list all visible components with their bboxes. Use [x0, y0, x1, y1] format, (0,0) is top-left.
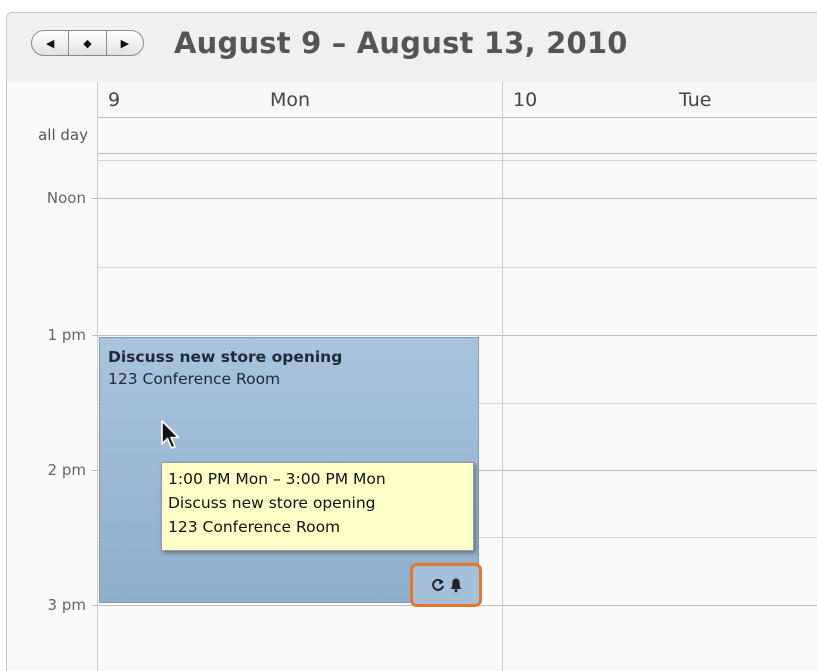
event-location: 123 Conference Room	[108, 370, 281, 388]
event-status-icons	[410, 563, 482, 607]
day-number: 9	[108, 89, 121, 111]
day-number: 10	[513, 89, 538, 111]
previous-week-button[interactable]: ◀	[32, 31, 68, 55]
time-label-1pm: 1 pm	[47, 326, 86, 344]
time-label-noon: Noon	[46, 189, 86, 207]
mouse-pointer-icon	[160, 419, 184, 457]
time-label-2pm: 2 pm	[47, 461, 86, 479]
date-range-title: August 9 – August 13, 2010	[174, 26, 628, 60]
event-title: Discuss new store opening	[108, 348, 343, 366]
half-hour-line	[98, 267, 817, 268]
tooltip-title: Discuss new store opening	[168, 494, 376, 512]
today-button[interactable]: ◆	[68, 31, 105, 55]
all-day-divider	[98, 160, 817, 161]
calendar-window: ◀ ◆ ▶ August 9 – August 13, 2010 9 Mon 1…	[0, 0, 817, 671]
event-tooltip: 1:00 PM Mon – 3:00 PM Mon Discuss new st…	[161, 462, 474, 551]
date-navigation-control[interactable]: ◀ ◆ ▶	[31, 30, 144, 56]
time-label-3pm: 3 pm	[47, 596, 86, 614]
hour-line-1pm	[92, 335, 817, 336]
next-week-button[interactable]: ▶	[105, 31, 143, 55]
hour-line-noon	[92, 198, 817, 199]
tooltip-time: 1:00 PM Mon – 3:00 PM Mon	[168, 470, 386, 488]
repeat-icon	[430, 577, 446, 593]
day-column-divider	[502, 82, 503, 671]
day-header-tue[interactable]: 10 Tue	[503, 82, 817, 118]
day-header-mon[interactable]: 9 Mon	[98, 82, 502, 118]
all-day-label: all day	[38, 126, 88, 144]
day-name: Tue	[679, 89, 712, 111]
day-name: Mon	[270, 89, 311, 111]
time-gutter-divider	[97, 82, 98, 671]
all-day-divider	[98, 153, 817, 154]
tooltip-location: 123 Conference Room	[168, 518, 341, 536]
alarm-bell-icon	[449, 577, 463, 593]
header-divider	[98, 117, 817, 118]
